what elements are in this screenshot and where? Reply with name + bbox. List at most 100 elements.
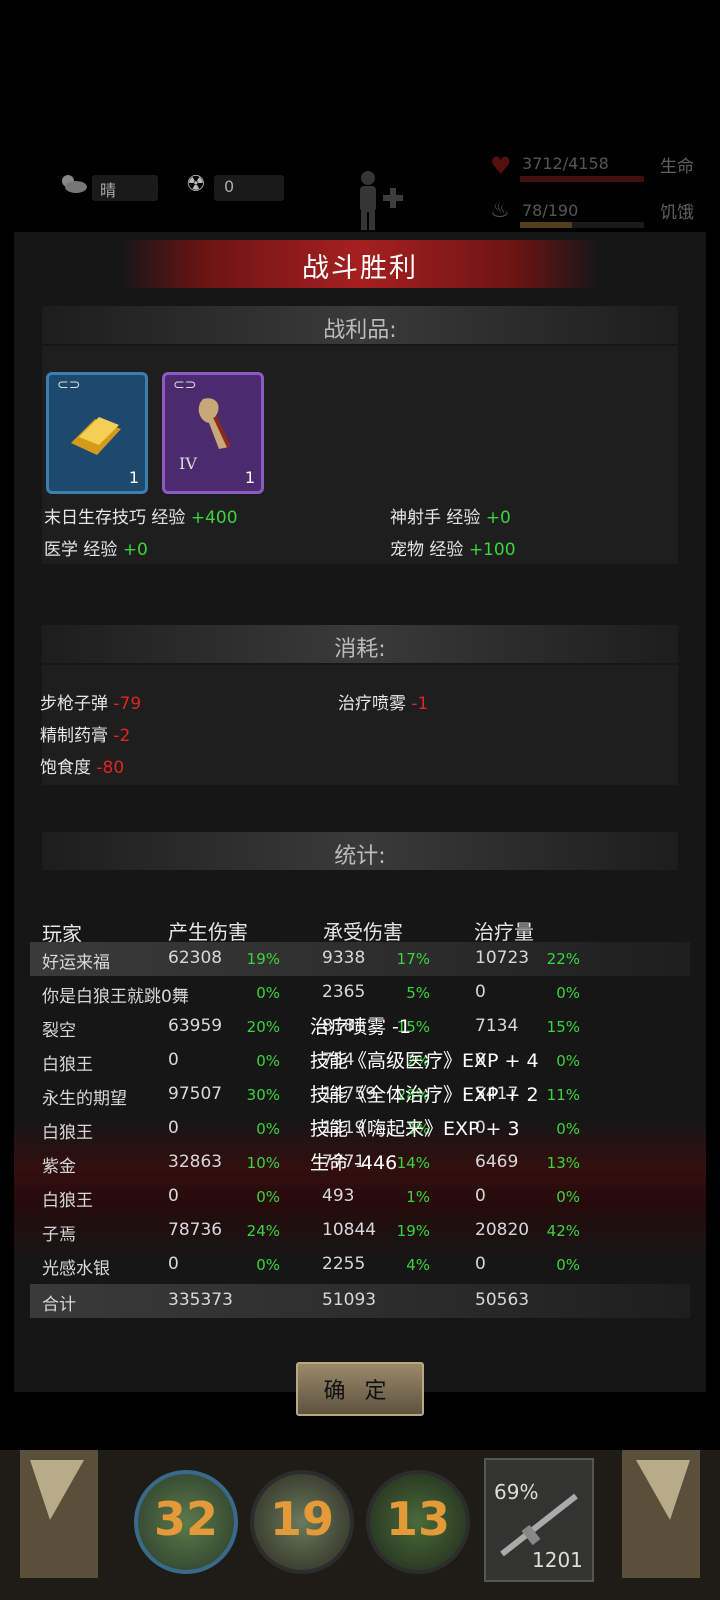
damage-dealt: 0 (168, 1118, 179, 1138)
food-label: 饥饿 (660, 203, 694, 223)
damage-dealt: 0 (168, 1186, 179, 1206)
damage-taken-pct: 5% (406, 984, 430, 1002)
exp-survival: 末日生存技巧 经验 +400 (44, 508, 238, 528)
healing-pct: 0% (556, 1256, 580, 1274)
damage-taken: 2365 (322, 982, 366, 1002)
damage-dealt-pct: 30% (246, 1086, 280, 1104)
player-name: 好运来福 (42, 953, 110, 973)
consume-heal-spray: 治疗喷雾 -1 (338, 694, 429, 714)
damage-dealt-pct: 0% (256, 1120, 280, 1138)
damage-taken-pct: 17% (396, 950, 430, 968)
float-log-line: 技能《嗨起来》EXP + 3 (310, 1118, 520, 1140)
body-health-icon[interactable] (350, 168, 410, 232)
table-row: 白狼王 0 0% 493 1% 0 0% (30, 1180, 690, 1214)
damage-taken-pct: 1% (406, 1188, 430, 1206)
healing: 0 (475, 982, 486, 1002)
float-log-line: 技能《高级医疗》EXP + 4 (310, 1050, 539, 1072)
total-healing: 50563 (475, 1290, 530, 1310)
food-value: 78/190 (522, 201, 579, 220)
damage-taken: 10844 (322, 1220, 377, 1240)
arrow-left-icon (30, 1460, 84, 1520)
col-damage-taken: 承受伤害 (323, 920, 403, 944)
healing-pct: 0% (556, 984, 580, 1002)
healing: 10723 (475, 948, 530, 968)
healing-pct: 15% (546, 1018, 580, 1036)
loot-item-gold[interactable]: ⊂⊃ 1 (46, 372, 148, 494)
healing-pct: 0% (556, 1188, 580, 1206)
damage-dealt-pct: 0% (256, 1188, 280, 1206)
damage-dealt-pct: 0% (256, 1256, 280, 1274)
victory-title: 战斗胜利 (302, 253, 418, 284)
exp-medicine: 医学 经验 +0 (44, 540, 148, 560)
healing-pct: 22% (546, 950, 580, 968)
table-row: 你是白狼王就跳0舞 0% 2365 5% 0 0% (30, 976, 690, 1010)
skill-count: 13 (385, 1492, 450, 1546)
player-name: 你是白狼王就跳0舞 (42, 987, 189, 1007)
consumption-title: 消耗: (334, 637, 386, 662)
skill-count: 32 (153, 1492, 218, 1546)
damage-dealt-pct: 24% (246, 1222, 280, 1240)
weapon-ammo: 1201 (532, 1548, 583, 1572)
skill-slot-3[interactable]: 13 (366, 1470, 470, 1574)
skill-slot-1[interactable]: 32 (134, 1470, 238, 1574)
weapon-durability: 69% (494, 1480, 539, 1504)
exp-pet: 宠物 经验 +100 (390, 540, 516, 560)
player-name: 裂空 (42, 1021, 76, 1041)
consume-ointment: 精制药膏 -2 (40, 726, 131, 746)
radiation-icon: ☢ (186, 172, 206, 197)
healing: 7134 (475, 1016, 519, 1036)
total-damage-dealt: 335373 (168, 1290, 233, 1310)
healing-pct: 0% (556, 1120, 580, 1138)
damage-taken: 2255 (322, 1254, 366, 1274)
stats-title: 统计: (334, 844, 386, 869)
damage-dealt: 0 (168, 1050, 179, 1070)
damage-dealt-pct: 19% (246, 950, 280, 968)
cloud-sun-icon (62, 175, 87, 193)
damage-taken: 9338 (322, 948, 366, 968)
damage-dealt-pct: 0% (256, 1052, 280, 1070)
right-arrow-button[interactable] (622, 1450, 700, 1578)
damage-dealt: 97507 (168, 1084, 223, 1104)
player-name: 白狼王 (42, 1055, 93, 1075)
weather-text: 晴 (100, 181, 117, 200)
damage-dealt: 62308 (168, 948, 223, 968)
consume-rifle-ammo: 步枪子弹 -79 (40, 694, 142, 714)
player-name: 紫金 (42, 1157, 76, 1177)
table-row: 子焉 78736 24% 10844 19% 20820 42% (30, 1214, 690, 1248)
total-row: 合计 335373 51093 50563 (30, 1284, 690, 1318)
damage-taken: 493 (322, 1186, 355, 1206)
left-arrow-button[interactable] (20, 1450, 98, 1578)
col-healing: 治疗量 (474, 920, 534, 944)
arrow-right-icon (636, 1460, 690, 1520)
damage-dealt: 63959 (168, 1016, 223, 1036)
col-damage-dealt: 产生伤害 (168, 920, 248, 944)
life-value: 3712/4158 (522, 154, 609, 173)
float-log-line: 技能《全体治疗》EXP + 2 (310, 1084, 539, 1106)
damage-dealt: 78736 (168, 1220, 223, 1240)
player-name: 光感水银 (42, 1259, 110, 1279)
healing: 6469 (475, 1152, 519, 1172)
life-label: 生命 (660, 157, 694, 177)
damage-dealt: 0 (168, 1254, 179, 1274)
player-name: 白狼王 (42, 1191, 93, 1211)
damage-taken-pct: 19% (396, 1222, 430, 1240)
damage-taken-pct: 4% (406, 1256, 430, 1274)
consume-satiety: 饱食度 -80 (40, 758, 125, 778)
bottom-action-bar (0, 1450, 720, 1600)
heart-icon: ♥ (490, 152, 512, 180)
healing: 0 (475, 1254, 486, 1274)
player-name: 子焉 (42, 1225, 76, 1245)
skill-slot-2[interactable]: 19 (250, 1470, 354, 1574)
healing: 20820 (475, 1220, 530, 1240)
healing-pct: 13% (546, 1154, 580, 1172)
damage-dealt: 32863 (168, 1152, 223, 1172)
damage-dealt-pct: 20% (246, 1018, 280, 1036)
food-bar (520, 222, 572, 228)
table-row: 好运来福 62308 19% 9338 17% 10723 22% (30, 942, 690, 976)
tier-label: IV (179, 454, 197, 473)
damage-dealt-pct: 10% (246, 1154, 280, 1172)
healing: 0 (475, 1186, 486, 1206)
stomach-icon: ♨ (490, 198, 510, 223)
link-icon: ⊂⊃ (173, 377, 197, 393)
loot-item-claw[interactable]: ⊂⊃ IV 1 (162, 372, 264, 494)
